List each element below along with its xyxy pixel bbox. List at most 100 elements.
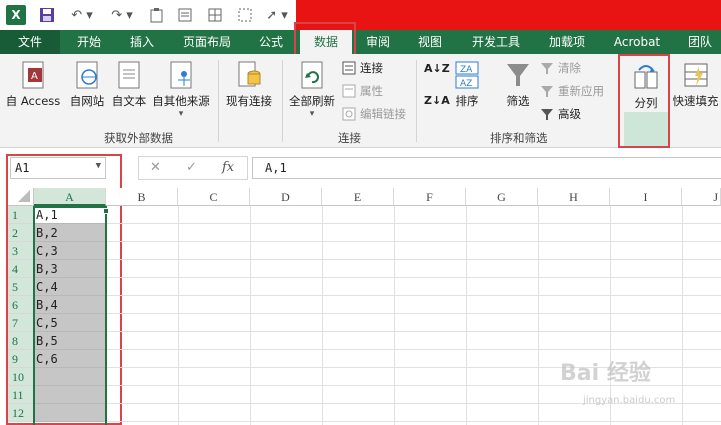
tab-team[interactable]: 团队	[680, 30, 720, 54]
svg-text:A: A	[31, 71, 38, 82]
from-other-sources-label: 自其他来源	[152, 94, 210, 108]
clipboard-icon[interactable]	[146, 4, 168, 26]
row-header[interactable]: 9	[8, 350, 34, 368]
ribbon-tab-strip: 文件 开始 插入 页面布局 公式 数据 审阅 视图 开发工具 加载项 Acrob…	[0, 30, 721, 54]
svg-text:AZ: AZ	[460, 79, 472, 89]
row-header[interactable]: 10	[8, 368, 34, 386]
properties-icon	[342, 84, 356, 98]
cancel-icon[interactable]: ✕	[150, 160, 161, 175]
from-other-sources-button[interactable]: 自其他来源 ▾	[150, 58, 212, 119]
filter-icon	[507, 64, 529, 86]
split-button-highlight-box	[618, 54, 670, 148]
row-header[interactable]: 12	[8, 404, 34, 422]
filter-label: 筛选	[506, 94, 530, 108]
row-header[interactable]: 8	[8, 332, 34, 350]
from-web-button[interactable]: 自网站	[64, 58, 110, 109]
text-file-icon	[118, 61, 140, 89]
existing-connections-icon	[238, 61, 261, 87]
separator	[282, 60, 283, 142]
redo-icon[interactable]: ↷ ▾	[106, 4, 138, 26]
column-header-h[interactable]: H	[538, 188, 610, 206]
title-bar: X ↶ ▾ ↷ ▾ ➚ ▾	[0, 0, 721, 30]
advanced-filter-label: 高级	[558, 107, 581, 121]
group-label-sort-filter: 排序和筛选	[490, 131, 548, 145]
tab-developer[interactable]: 开发工具	[460, 30, 532, 54]
row-header[interactable]: 5	[8, 278, 34, 296]
sort-az-icon: A↓Z	[424, 62, 450, 75]
column-header-i[interactable]: I	[610, 188, 682, 206]
tab-page-layout[interactable]: 页面布局	[172, 30, 242, 54]
reapply-icon	[541, 86, 553, 97]
filter-button[interactable]: 筛选	[502, 58, 534, 109]
tab-review[interactable]: 审阅	[356, 30, 400, 54]
watermark-logo: Bai 经验	[560, 361, 651, 386]
column-header-j[interactable]: J	[682, 188, 721, 206]
tab-home[interactable]: 开始	[66, 30, 112, 54]
existing-connections-button[interactable]: 现有连接	[222, 58, 276, 109]
customize-qat-icon[interactable]: ➚ ▾	[262, 4, 292, 26]
sort-z-to-a-button[interactable]: Z↓A	[424, 94, 450, 107]
clear-filter-icon	[541, 63, 553, 74]
from-text-button[interactable]: 自文本	[108, 58, 150, 109]
column-header-e[interactable]: E	[322, 188, 394, 206]
row-header[interactable]: 7	[8, 314, 34, 332]
insert-function-icon[interactable]: fx	[222, 160, 234, 175]
grid-icon[interactable]	[204, 4, 226, 26]
save-icon[interactable]	[36, 4, 58, 26]
column-header-b[interactable]: B	[106, 188, 178, 206]
refresh-icon	[301, 61, 323, 89]
column-header-a[interactable]: A	[34, 188, 106, 206]
advanced-filter-button[interactable]: 高级	[540, 106, 581, 122]
from-access-button[interactable]: A 自 Access	[4, 58, 62, 109]
tab-formulas[interactable]: 公式	[248, 30, 294, 54]
tab-view[interactable]: 视图	[408, 30, 452, 54]
other-sources-icon	[170, 61, 192, 89]
svg-text:ZA: ZA	[460, 65, 473, 75]
separator	[416, 60, 417, 142]
refresh-all-label: 全部刷新	[289, 94, 335, 108]
connections-label: 连接	[360, 61, 383, 75]
selection-outline	[33, 206, 107, 425]
print-preview-icon[interactable]	[174, 4, 196, 26]
reapply-button[interactable]: 重新应用	[540, 83, 604, 99]
select-objects-icon[interactable]	[234, 4, 256, 26]
formula-input[interactable]: A,1	[252, 157, 721, 179]
row-header[interactable]: 6	[8, 296, 34, 314]
tab-add-ins[interactable]: 加载项	[540, 30, 594, 54]
tab-file[interactable]: 文件	[0, 30, 60, 54]
sort-button[interactable]: ZA AZ 排序	[452, 58, 482, 109]
access-icon: A	[22, 61, 44, 89]
fill-handle[interactable]	[103, 208, 109, 214]
from-text-label: 自文本	[111, 94, 147, 108]
column-header-g[interactable]: G	[466, 188, 538, 206]
select-all-corner[interactable]	[8, 188, 34, 206]
column-header-c[interactable]: C	[178, 188, 250, 206]
edit-links-button[interactable]: 编辑链接	[342, 106, 406, 122]
column-header-d[interactable]: D	[250, 188, 322, 206]
tab-insert[interactable]: 插入	[118, 30, 166, 54]
ribbon: A 自 Access 自网站 自文本 自其他来源 ▾ 现有连接 获取外部数据 全…	[0, 54, 721, 178]
sort-za-icon: Z↓A	[424, 94, 450, 107]
column-header-f[interactable]: F	[394, 188, 466, 206]
row-header[interactable]: 1	[8, 206, 34, 224]
row-header[interactable]: 2	[8, 224, 34, 242]
row-header[interactable]: 4	[8, 260, 34, 278]
row-header[interactable]: 3	[8, 242, 34, 260]
flash-fill-icon	[684, 63, 707, 87]
enter-icon[interactable]: ✓	[186, 160, 197, 175]
title-bar-red-band	[296, 0, 721, 30]
row-header[interactable]: 11	[8, 386, 34, 404]
undo-icon[interactable]: ↶ ▾	[66, 4, 98, 26]
tab-acrobat[interactable]: Acrobat	[602, 30, 672, 54]
advanced-filter-icon	[541, 109, 553, 120]
properties-label: 属性	[360, 84, 383, 98]
properties-button[interactable]: 属性	[342, 83, 383, 99]
clear-filter-button[interactable]: 清除	[540, 60, 581, 76]
refresh-all-button[interactable]: 全部刷新 ▾	[284, 58, 340, 119]
connections-button[interactable]: 连接	[342, 60, 383, 76]
flash-fill-label: 快速填充	[672, 94, 719, 108]
existing-connections-label: 现有连接	[226, 94, 272, 108]
flash-fill-button[interactable]: 快速填充	[670, 58, 721, 109]
sort-a-to-z-button[interactable]: A↓Z	[424, 62, 450, 75]
connections-icon	[342, 61, 356, 75]
